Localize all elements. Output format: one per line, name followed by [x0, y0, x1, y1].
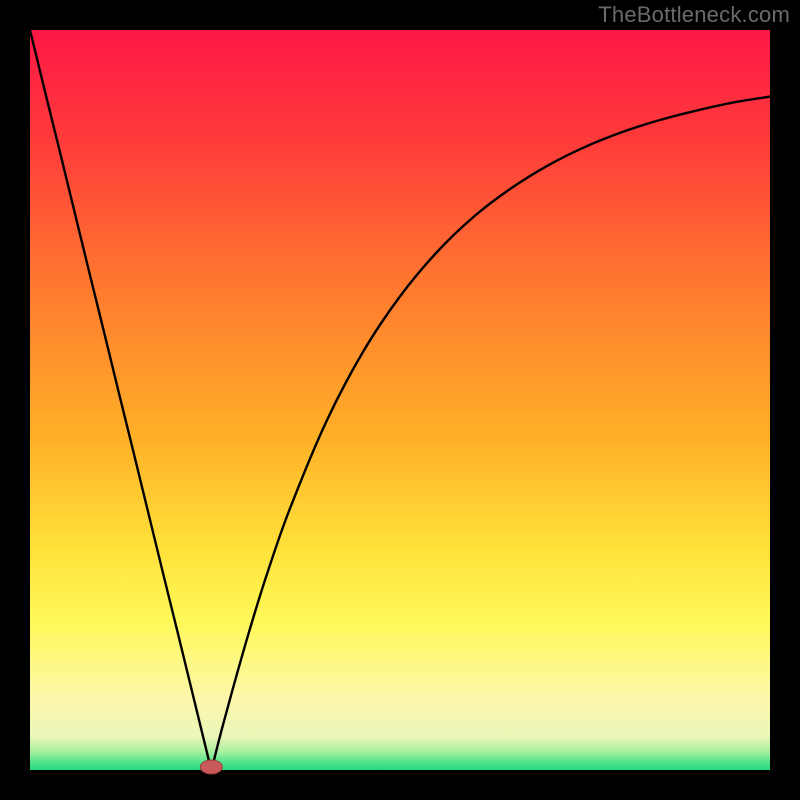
optimal-point-marker — [200, 760, 222, 774]
bottleneck-chart — [0, 0, 800, 800]
gradient-background — [30, 30, 770, 770]
watermark-text: TheBottleneck.com — [598, 2, 790, 28]
chart-frame: TheBottleneck.com — [0, 0, 800, 800]
